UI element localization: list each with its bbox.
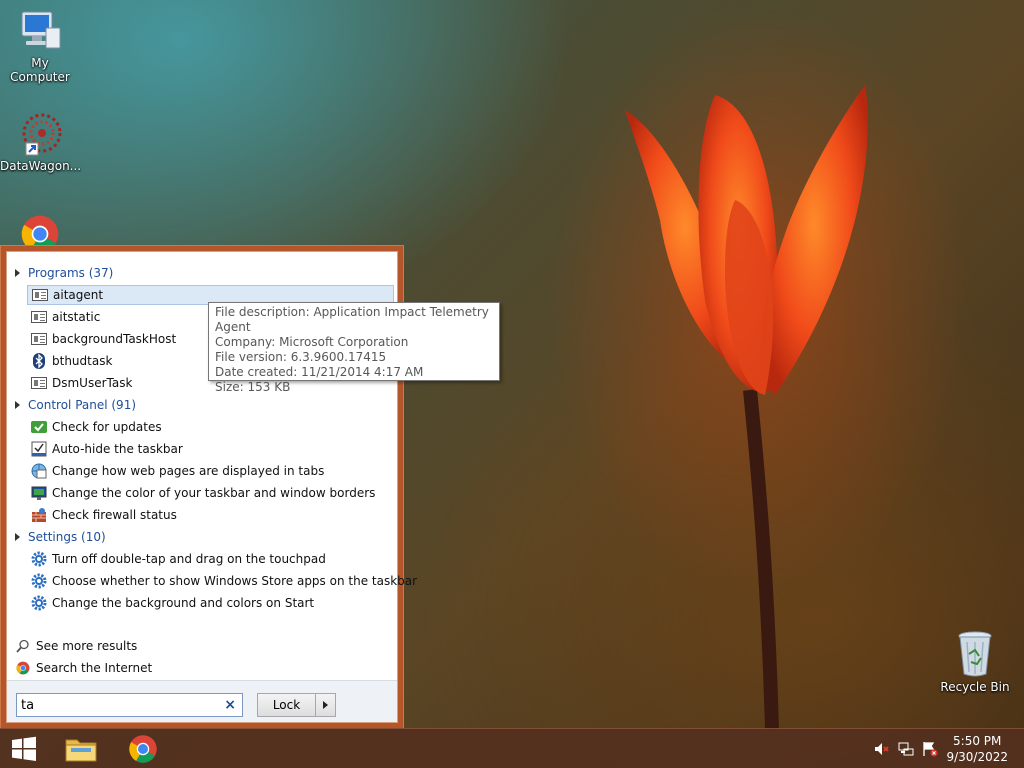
group-header-control-panel[interactable]: Control Panel (91) — [15, 396, 136, 414]
taskbar-clock[interactable]: 5:50 PM 9/30/2022 — [946, 733, 1008, 765]
result-store-apps-taskbar[interactable]: Choose whether to show Windows Store app… — [27, 571, 417, 591]
program-icon — [31, 375, 47, 391]
result-check-for-updates[interactable]: Check for updates — [27, 417, 162, 437]
program-icon — [31, 309, 47, 325]
personalization-icon — [31, 485, 47, 501]
see-more-results-link[interactable]: See more results — [11, 636, 137, 656]
expand-triangle-icon — [15, 401, 20, 409]
desktop-icon-label: Recycle Bin — [940, 680, 1010, 694]
tooltip-description: File description: Application Impact Tel… — [215, 305, 489, 334]
file-explorer-button[interactable] — [58, 729, 104, 768]
divider — [107, 537, 385, 538]
lock-button-label[interactable]: Lock — [258, 694, 316, 716]
result-backgroundtaskhost[interactable]: backgroundTaskHost — [27, 329, 176, 349]
program-icon — [32, 287, 48, 303]
result-bthudtask[interactable]: bthudtask — [27, 351, 112, 371]
folder-icon — [65, 739, 97, 762]
result-dsmusertask[interactable]: DsmUserTask — [27, 373, 132, 393]
tooltip-company: Company: Microsoft Corporation — [215, 335, 409, 349]
bluetooth-icon — [31, 353, 47, 369]
wallpaper-tulip — [625, 85, 868, 730]
tooltip-date-created: Date created: 11/21/2014 4:17 AM — [215, 365, 424, 379]
internet-options-icon — [31, 463, 47, 479]
tooltip-size: Size: 153 KB — [215, 380, 291, 394]
result-taskbar-color[interactable]: Change the color of your taskbar and win… — [27, 483, 375, 503]
desktop-icon-label: DataWagon... — [0, 159, 82, 173]
gear-icon — [31, 551, 47, 567]
result-auto-hide-taskbar[interactable]: Auto-hide the taskbar — [27, 439, 183, 459]
result-double-tap-touchpad[interactable]: Turn off double-tap and drag on the touc… — [27, 549, 326, 569]
result-firewall-status[interactable]: Check firewall status — [27, 505, 177, 525]
network-icon[interactable] — [898, 741, 914, 757]
gear-icon — [31, 595, 47, 611]
search-internet-link[interactable]: Search the Internet — [11, 658, 152, 678]
chrome-icon — [129, 735, 157, 763]
result-web-pages-tabs[interactable]: Change how web pages are displayed in ta… — [27, 461, 324, 481]
file-info-tooltip: File description: Application Impact Tel… — [208, 302, 500, 394]
divider — [137, 405, 385, 406]
desktop-icon-datawagon[interactable]: DataWagon... — [0, 113, 82, 173]
desktop-icon-label: My Computer — [10, 56, 70, 84]
action-center-flag-icon[interactable] — [922, 741, 938, 757]
search-icon — [15, 638, 31, 654]
result-aitstatic[interactable]: aitstatic — [27, 307, 100, 327]
recycle-bin-icon — [958, 631, 992, 677]
tooltip-version: File version: 6.3.9600.17415 — [215, 350, 387, 364]
expand-triangle-icon — [15, 269, 20, 277]
desktop-icon-my-computer[interactable]: My Computer — [0, 10, 80, 84]
expand-triangle-icon — [15, 533, 20, 541]
search-bottom-bar: ta × Lock — [7, 680, 397, 722]
group-header-settings[interactable]: Settings (10) — [15, 528, 106, 546]
taskbar: 5:50 PM 9/30/2022 — [0, 728, 1024, 768]
power-options-arrow-icon[interactable] — [316, 701, 335, 709]
result-start-background[interactable]: Change the background and colors on Star… — [27, 593, 314, 613]
taskbar-settings-icon — [31, 441, 47, 457]
lock-button[interactable]: Lock — [257, 693, 336, 717]
datawagon-shortcut-icon — [22, 113, 62, 156]
computer-icon — [21, 11, 61, 49]
chrome-icon — [15, 660, 31, 676]
divider — [107, 273, 385, 274]
firewall-icon — [31, 507, 47, 523]
group-header-programs[interactable]: Programs (37) — [15, 264, 113, 282]
clock-date: 9/30/2022 — [946, 750, 1008, 764]
desktop-icon-recycle-bin[interactable]: Recycle Bin — [935, 630, 1015, 694]
chrome-taskbar-button[interactable] — [120, 729, 166, 768]
gear-icon — [31, 573, 47, 589]
clear-search-icon[interactable]: × — [224, 697, 236, 713]
speaker-muted-icon[interactable] — [874, 741, 890, 757]
program-icon — [31, 331, 47, 347]
windows-logo-icon — [12, 736, 36, 761]
start-button[interactable] — [0, 729, 48, 768]
windows-update-icon — [31, 419, 47, 435]
clock-time: 5:50 PM — [953, 734, 1002, 748]
search-input[interactable]: ta × — [16, 693, 243, 717]
